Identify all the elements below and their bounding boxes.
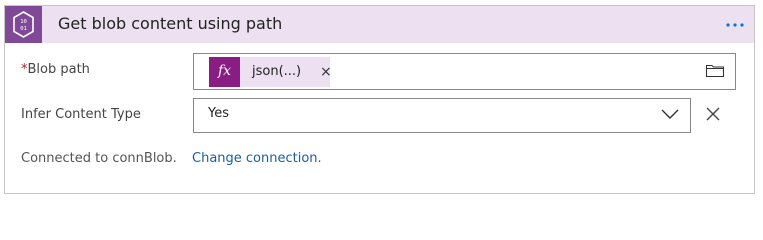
change-connection-link[interactable]: Change connection.	[192, 151, 322, 166]
folder-icon	[705, 64, 725, 78]
blob-path-input[interactable]: fx json(...) ×	[193, 53, 736, 90]
svg-text:01: 01	[20, 26, 27, 32]
expression-token[interactable]: fx json(...) ×	[209, 57, 332, 87]
close-icon	[706, 107, 720, 121]
blob-storage-icon: 10 01	[5, 6, 42, 43]
blob-path-label: *Blob path	[21, 62, 90, 77]
infer-content-type-label: Infer Content Type	[21, 107, 141, 122]
token-text: json(...)	[252, 64, 302, 79]
infer-content-type-select[interactable]: Yes	[193, 98, 691, 133]
ellipsis-icon	[726, 23, 744, 27]
svg-text:10: 10	[20, 19, 27, 25]
connection-status: Connected to connBlob.	[21, 151, 177, 166]
folder-picker-button[interactable]	[705, 62, 725, 82]
infer-content-type-value: Yes	[208, 106, 229, 121]
fx-icon: fx	[209, 57, 240, 87]
action-header[interactable]: 10 01 Get blob content using path	[5, 6, 754, 43]
clear-field-button[interactable]	[705, 106, 721, 126]
token-remove-button[interactable]: ×	[320, 64, 332, 80]
chevron-down-icon	[661, 109, 679, 119]
more-options-button[interactable]	[721, 14, 751, 34]
action-title: Get blob content using path	[58, 14, 283, 33]
action-card: 10 01 Get blob content using path *Blob …	[4, 5, 755, 194]
